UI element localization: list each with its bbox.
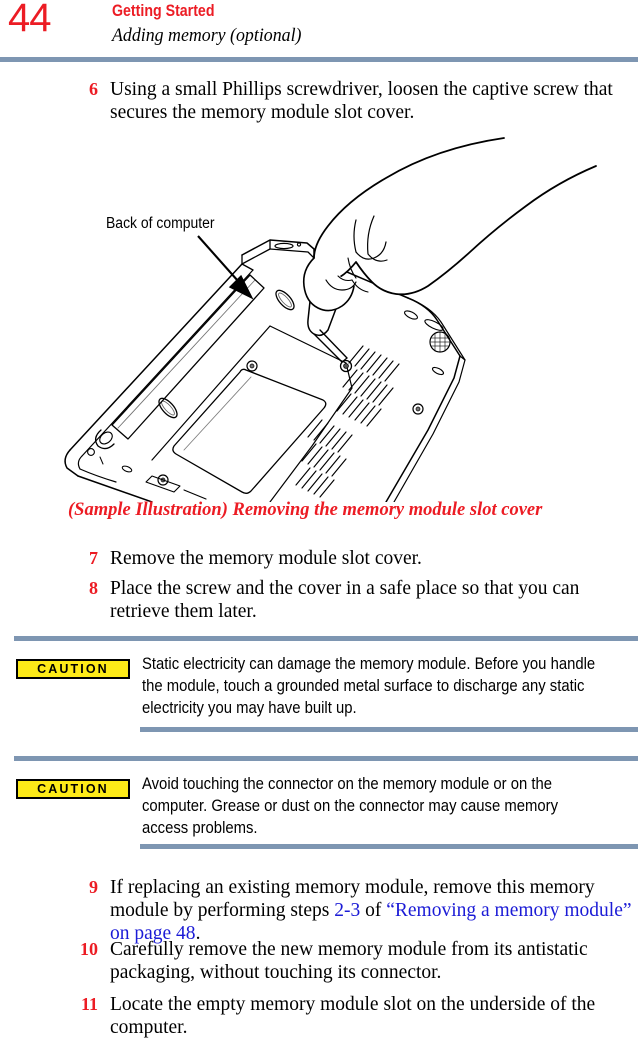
step-item-8: 8 Place the screw and the cover in a saf… [56, 577, 638, 623]
header-divider-rule [0, 57, 638, 62]
step-number: 9 [89, 877, 98, 897]
step-number: 7 [89, 548, 98, 568]
step-text: If replacing an existing memory module, … [110, 876, 638, 945]
step-item-7: 7 Remove the memory module slot cover. [56, 547, 638, 570]
header-section-title: Adding memory (optional) [112, 25, 302, 46]
callout-arrow-icon [197, 235, 254, 300]
step-text-middle: of [360, 900, 387, 921]
figure-caption: (Sample Illustration) Removing the memor… [68, 500, 543, 520]
step-text: Using a small Phillips screwdriver, loos… [110, 79, 613, 123]
caution-1-bottom-rule [140, 727, 638, 732]
caution-text: Static electricity can damage the memory… [142, 655, 596, 717]
caution-1-top-rule [14, 636, 638, 641]
step-number: 8 [89, 578, 98, 598]
caution-badge: CAUTION [16, 779, 130, 799]
caution-badge: CAUTION [16, 659, 130, 679]
step-item-6: 6 Using a small Phillips screwdriver, lo… [56, 78, 638, 124]
step-text: Locate the empty memory module slot on t… [110, 994, 596, 1038]
caution-2-bottom-rule [140, 844, 638, 849]
caution-text: Avoid touching the connector on the memo… [142, 775, 558, 837]
caution-2-top-rule [14, 756, 638, 761]
step-item-10: 10 Carefully remove the new memory modul… [56, 938, 638, 984]
step-item-9: 9 If replacing an existing memory module… [56, 876, 638, 945]
step-text: Place the screw and the cover in a safe … [110, 578, 580, 622]
header-chapter-title: Getting Started [112, 2, 215, 20]
laptop-line-art-illustration [64, 137, 597, 502]
page-number: 44 [8, 0, 51, 40]
cross-reference-link-steps[interactable]: 2-3 [334, 900, 360, 921]
figure-callout-label: Back of computer [106, 215, 215, 232]
figure-laptop-memory-cover [56, 130, 616, 502]
step-number: 11 [80, 994, 98, 1014]
step-item-11: 11 Locate the empty memory module slot o… [56, 993, 638, 1039]
page-header: 44 Getting Started Adding memory (option… [0, 0, 638, 56]
step-text: Remove the memory module slot cover. [110, 548, 422, 569]
step-number: 6 [89, 79, 98, 99]
step-number: 10 [80, 939, 98, 959]
step-text: Carefully remove the new memory module f… [110, 939, 588, 983]
